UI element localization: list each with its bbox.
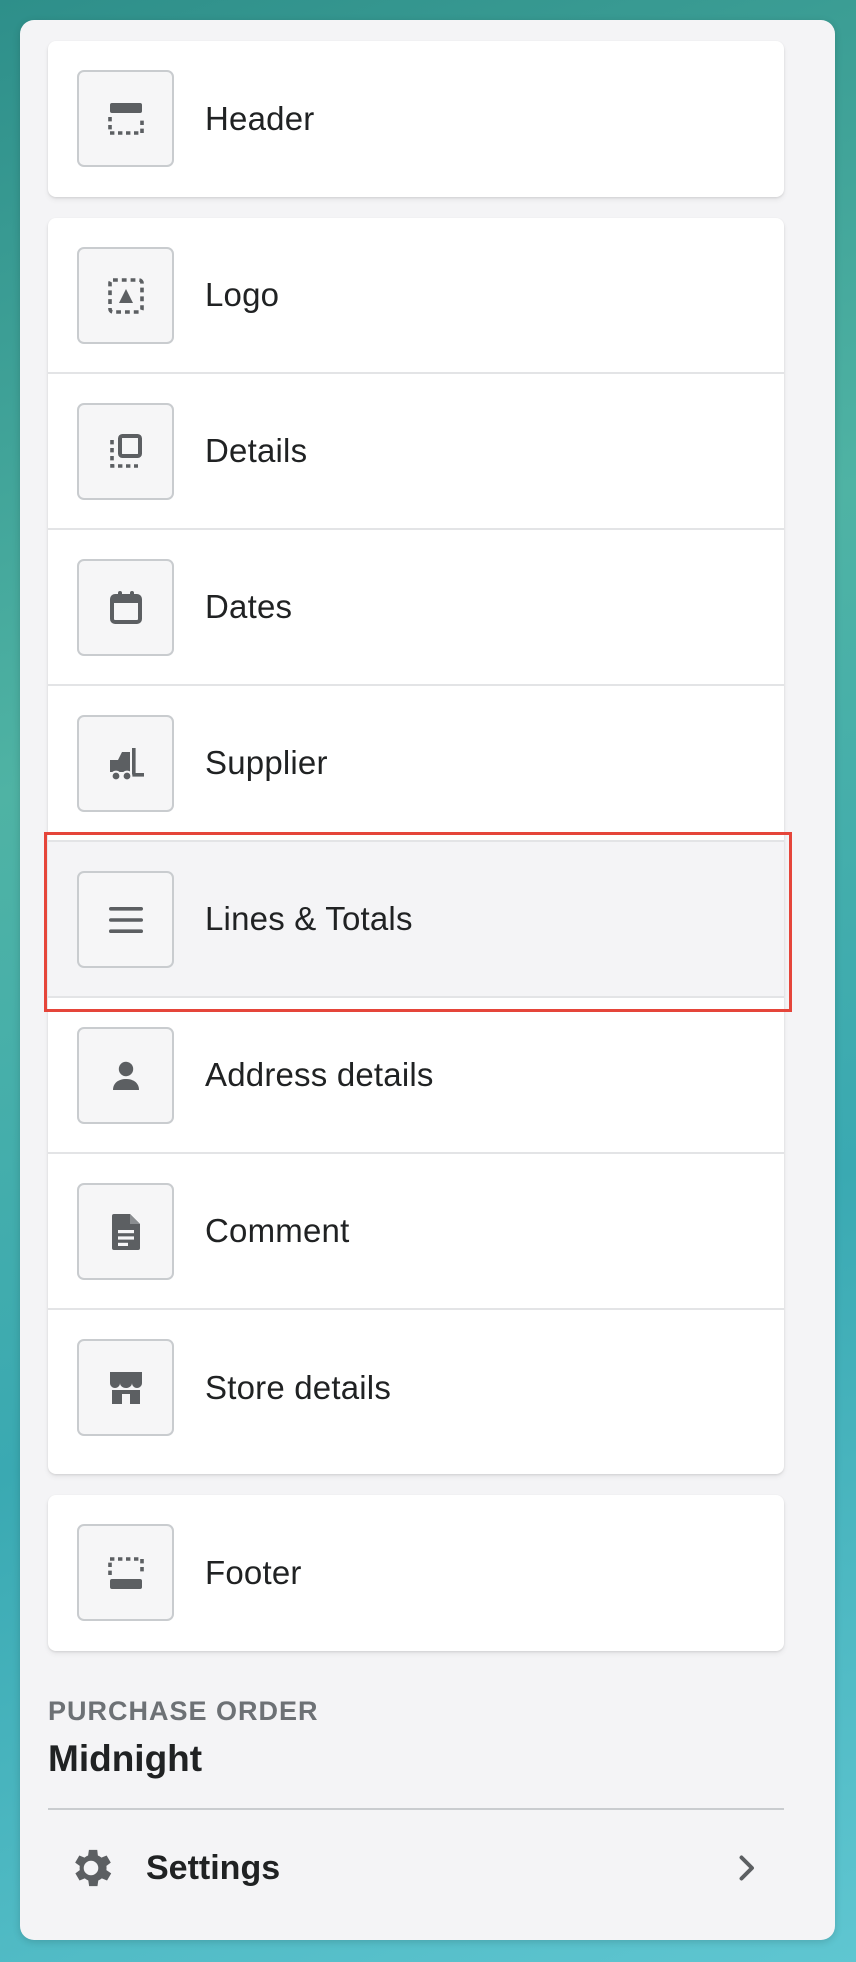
section-item-header[interactable]: Header	[48, 41, 784, 197]
section-item-supplier[interactable]: Supplier	[48, 686, 784, 842]
forklift-icon	[77, 715, 174, 812]
document-icon	[77, 1183, 174, 1280]
section-item-logo[interactable]: Logo	[48, 218, 784, 374]
divider	[48, 1808, 784, 1810]
section-item-label: Comment	[205, 1212, 350, 1249]
details-layout-icon	[77, 403, 174, 500]
gear-icon	[75, 1849, 112, 1887]
lines-menu-icon	[77, 871, 174, 968]
section-item-label: Dates	[205, 588, 293, 625]
header-layout-icon	[77, 70, 174, 167]
header-section-card: Header	[48, 41, 784, 197]
calendar-icon	[77, 559, 174, 656]
section-item-details[interactable]: Details	[48, 374, 784, 530]
section-item-dates[interactable]: Dates	[48, 530, 784, 686]
section-item-footer[interactable]: Footer	[48, 1495, 784, 1651]
person-icon	[77, 1027, 174, 1124]
chevron-right-icon	[739, 1855, 754, 1881]
section-item-label: Logo	[205, 276, 280, 313]
settings-label: Settings	[146, 1848, 281, 1887]
section-item-label: Store details	[205, 1369, 392, 1406]
footer-layout-icon	[77, 1524, 174, 1621]
section-item-comment[interactable]: Comment	[48, 1154, 784, 1310]
section-item-label: Supplier	[205, 744, 328, 781]
template-type-caption: PURCHASE ORDER	[48, 1696, 319, 1726]
section-item-label: Header	[205, 100, 315, 137]
section-item-label: Details	[205, 432, 308, 469]
template-name: Midnight	[48, 1738, 203, 1779]
body-sections-card: Logo Details Dates Supplier Lines & Tota…	[48, 218, 784, 1474]
settings-button[interactable]: Settings	[48, 1820, 784, 1916]
editor-sidebar: Header Logo Details Dates Supplier Lines…	[20, 20, 835, 1940]
footer-section-card: Footer	[48, 1495, 784, 1651]
section-item-label: Lines & Totals	[205, 900, 413, 937]
store-icon	[77, 1339, 174, 1436]
logo-placeholder-icon	[77, 247, 174, 344]
section-item-label: Footer	[205, 1554, 302, 1591]
section-item-lines-totals[interactable]: Lines & Totals	[48, 842, 784, 998]
section-item-label: Address details	[205, 1056, 434, 1093]
section-item-store-details[interactable]: Store details	[48, 1310, 784, 1466]
section-item-address-details[interactable]: Address details	[48, 998, 784, 1154]
